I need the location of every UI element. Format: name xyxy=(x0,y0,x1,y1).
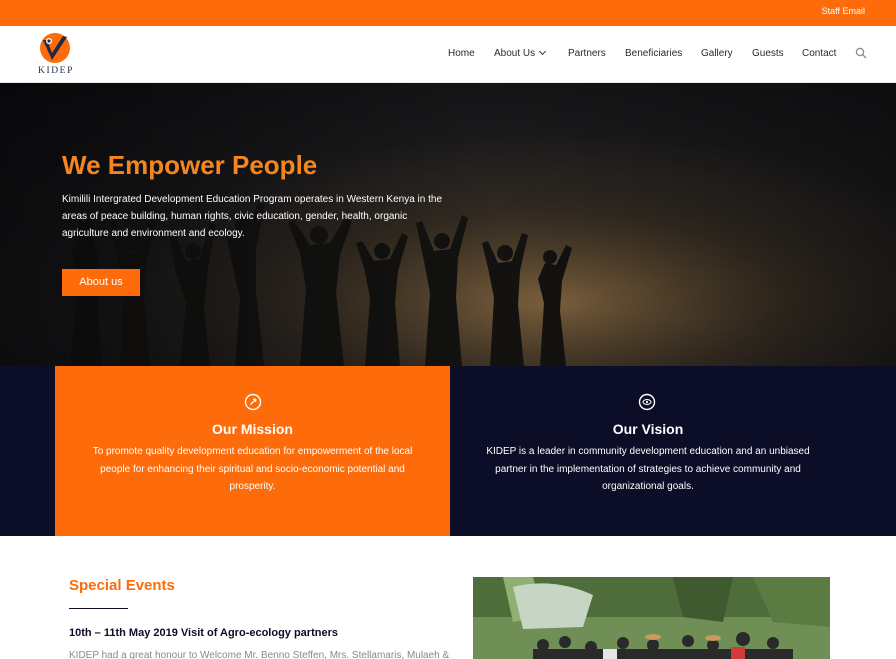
hero-banner: We Empower People Kimilili Intergrated D… xyxy=(0,83,896,366)
events-heading: Special Events xyxy=(69,577,175,594)
mission-box: Our Mission To promote quality developme… xyxy=(55,366,450,536)
mission-text: To promote quality development education… xyxy=(92,446,413,492)
logo-text: KIDEP xyxy=(38,66,74,76)
nav-home[interactable]: Home xyxy=(448,48,475,62)
search-icon[interactable] xyxy=(855,47,867,59)
hero-text: Kimilili Intergrated Development Educati… xyxy=(62,194,443,239)
event-title-link[interactable]: 10th – 11th May 2019 Visit of Agro-ecolo… xyxy=(69,627,338,639)
nav-partners[interactable]: Partners xyxy=(568,48,606,62)
nav-contact[interactable]: Contact xyxy=(802,48,836,62)
header-nav: KIDEP Home About Us Partners Beneficiari… xyxy=(0,26,896,83)
event-photo[interactable] xyxy=(473,577,830,659)
chevron-down-icon xyxy=(539,47,547,56)
eye-icon xyxy=(638,393,656,411)
mission-title: Our Mission xyxy=(212,421,293,437)
site-logo[interactable]: KIDEP xyxy=(34,32,78,78)
logo-icon xyxy=(40,33,70,63)
nav-beneficiaries[interactable]: Beneficiaries xyxy=(625,48,682,62)
nav-gallery[interactable]: Gallery xyxy=(701,48,733,62)
nav-about-us[interactable]: About Us xyxy=(494,47,547,62)
nav-guests[interactable]: Guests xyxy=(752,48,784,62)
heading-divider xyxy=(69,608,128,609)
event-excerpt: KIDEP had a great honour to Welcome Mr. … xyxy=(69,650,450,659)
hero-title: We Empower People xyxy=(62,150,318,180)
vision-text: KIDEP is a leader in community developme… xyxy=(486,446,810,492)
nav-about-us-label: About Us xyxy=(494,48,536,59)
vision-box: Our Vision KIDEP is a leader in communit… xyxy=(450,366,846,536)
vision-title: Our Vision xyxy=(612,421,684,437)
special-events-section: Special Events 10th – 11th May 2019 Visi… xyxy=(0,536,896,659)
target-icon xyxy=(244,393,262,411)
staff-email-link[interactable]: Staff Email xyxy=(822,6,865,16)
about-us-button[interactable]: About us xyxy=(62,269,140,296)
top-bar: Staff Email xyxy=(0,0,896,26)
